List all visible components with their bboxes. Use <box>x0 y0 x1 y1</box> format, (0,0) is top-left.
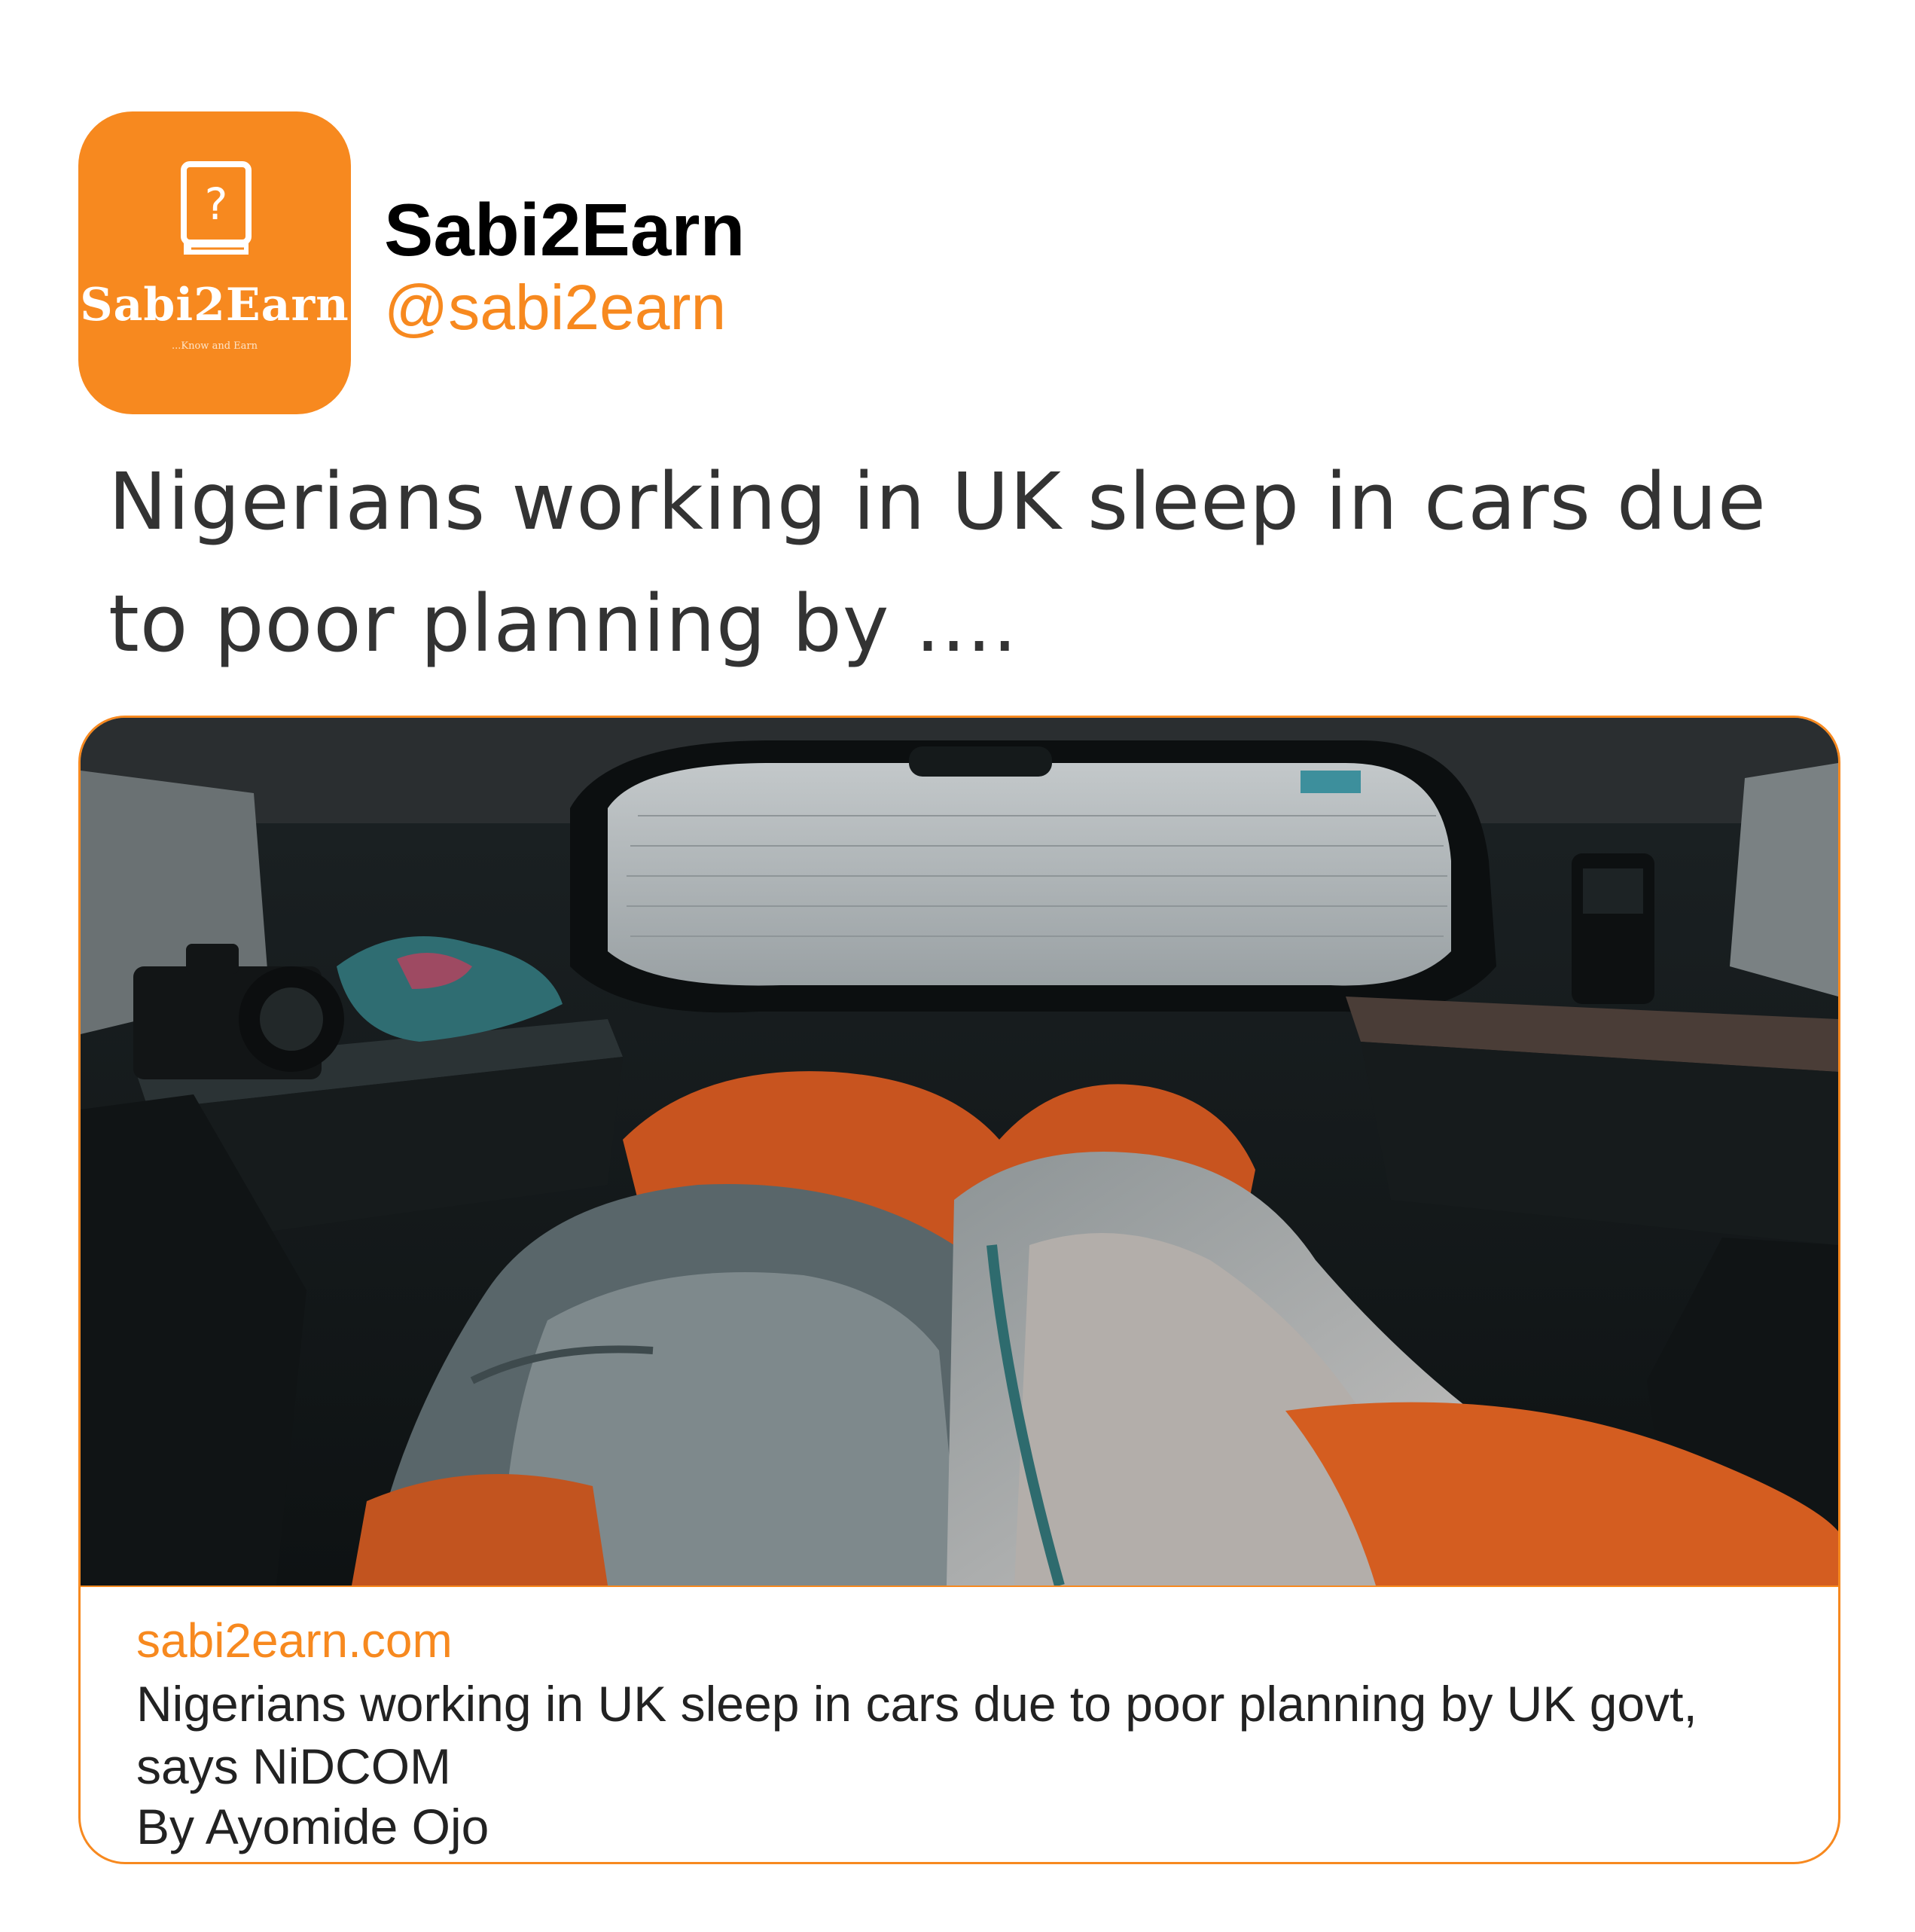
tweet-text: Nigerians working in UK sleep in cars du… <box>108 456 1767 670</box>
card-title[interactable]: Nigerians working in UK sleep in cars du… <box>136 1673 1793 1798</box>
user-handle[interactable]: @sabi2earn <box>384 271 726 343</box>
sleeping-bags-in-car-trunk-photo <box>81 718 1838 1586</box>
card-domain[interactable]: sabi2earn.com <box>136 1613 453 1668</box>
avatar-brand-text: Sabi2Earn <box>80 279 349 331</box>
display-name[interactable]: Sabi2Earn <box>384 188 745 271</box>
svg-text:?: ? <box>205 179 228 230</box>
card-byline: By Ayomide Ojo <box>136 1799 489 1854</box>
card-divider <box>81 1586 1838 1587</box>
profile-avatar[interactable]: ? Sabi2Earn ...Know and Earn <box>78 111 351 414</box>
question-book-icon: ? <box>181 161 252 255</box>
avatar-tagline: ...Know and Earn <box>172 340 258 352</box>
card-image[interactable] <box>81 718 1838 1586</box>
link-card[interactable]: sabi2earn.com Nigerians working in UK sl… <box>78 716 1840 1864</box>
